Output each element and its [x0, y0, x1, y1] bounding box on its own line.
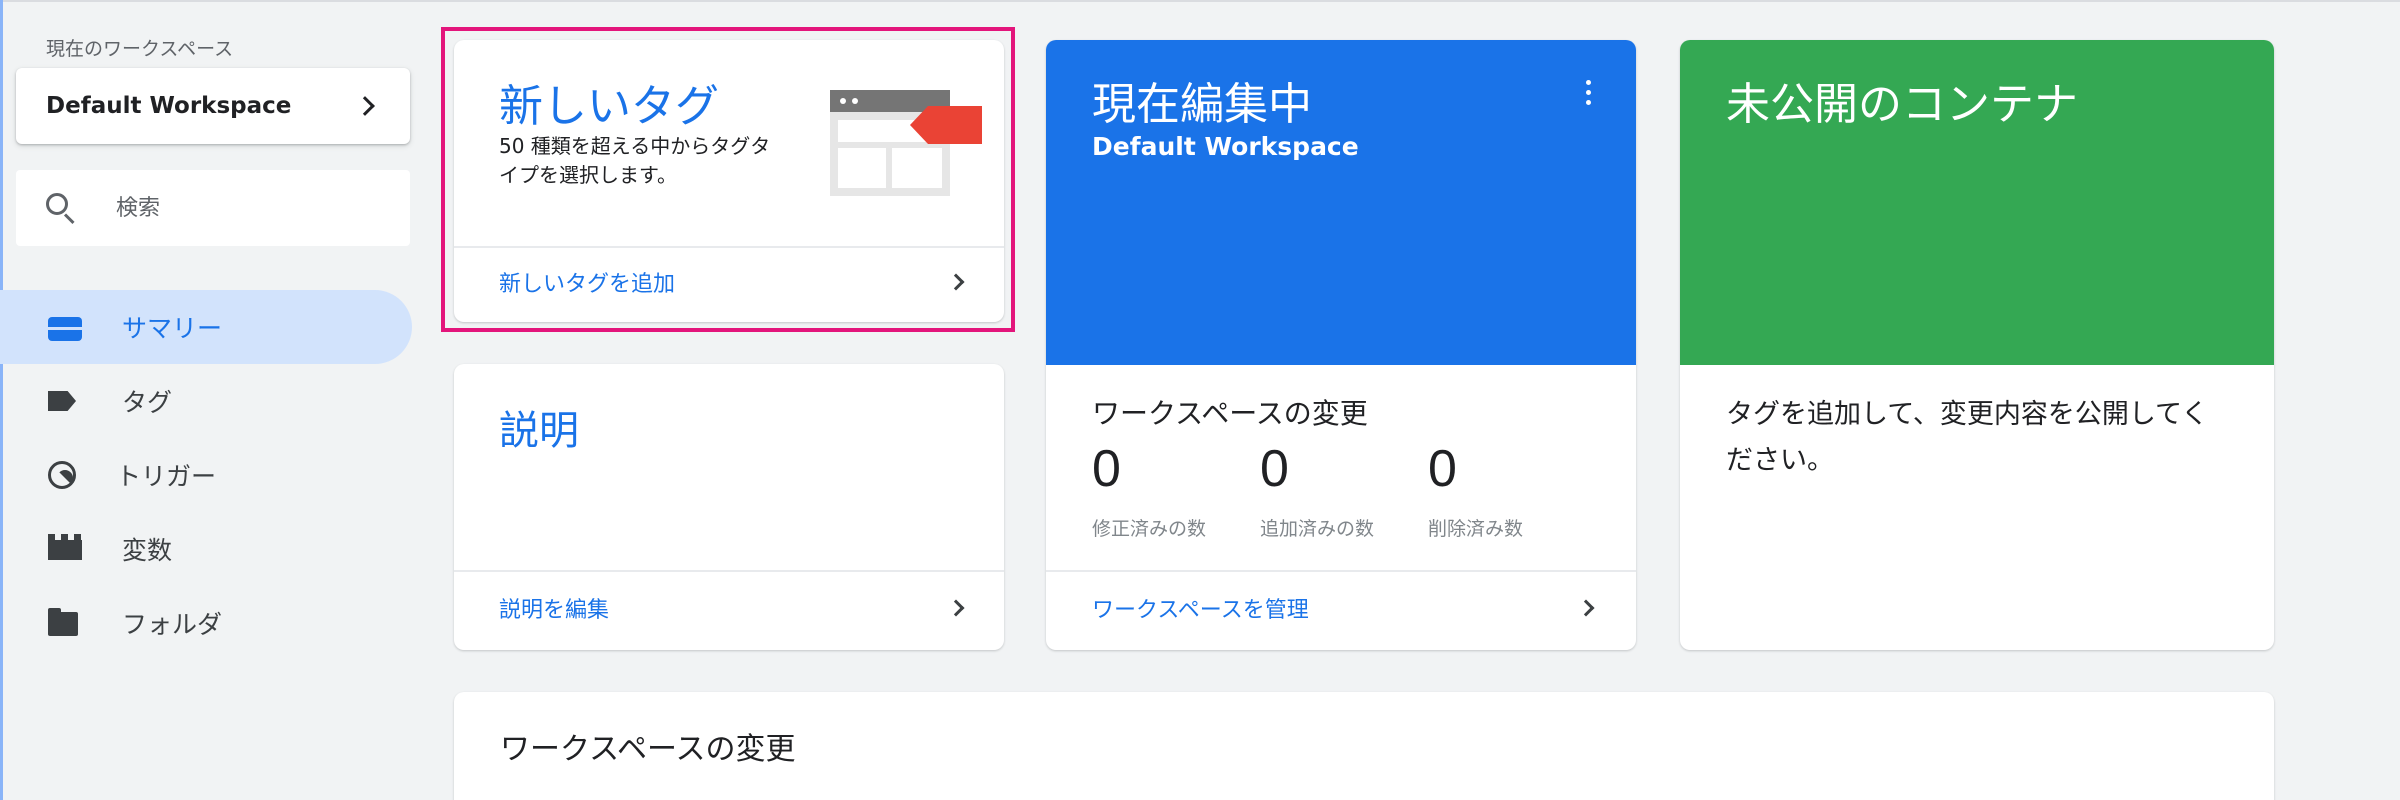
search-icon: [46, 193, 76, 225]
sidebar-item-folders[interactable]: フォルダ: [0, 586, 412, 660]
highlight-frame: [441, 27, 1015, 332]
tag-icon: [48, 386, 82, 416]
workspace-selector[interactable]: Default Workspace: [16, 68, 410, 144]
unpublished-message: タグを追加して、変更内容を公開してください。: [1726, 399, 2209, 476]
sidebar-item-label: サマリー: [122, 314, 223, 343]
count-value: 0: [1092, 440, 1121, 498]
sidebar-nav: サマリー タグ トリガー 変数 フォルダ: [0, 290, 412, 660]
variable-icon: [48, 534, 82, 564]
sidebar-item-tags[interactable]: タグ: [0, 364, 412, 438]
workspace-name: Default Workspace: [46, 93, 292, 119]
current-editing-card: 現在編集中 Default Workspace ワークスペースの変更 0 修正済…: [1046, 40, 1636, 650]
chevron-right-icon: [947, 599, 965, 617]
search-input[interactable]: [116, 195, 376, 221]
sidebar-item-label: 変数: [122, 536, 173, 565]
workspace-changes-title: ワークスペースの変更: [500, 732, 796, 767]
card-divider: [1046, 570, 1636, 572]
more-vert-icon[interactable]: [1586, 80, 1592, 110]
unpublished-title: 未公開のコンテナ: [1726, 79, 2078, 130]
manage-workspaces-link[interactable]: ワークスペースを管理: [1092, 592, 1309, 624]
deleted-count: 0 削除済み数: [1428, 438, 1596, 541]
summary-icon: [48, 316, 82, 341]
editing-title: 現在編集中: [1092, 79, 1312, 130]
sidebar-item-variables[interactable]: 変数: [0, 512, 412, 586]
count-label: 追加済みの数: [1260, 518, 1375, 540]
search-box[interactable]: [16, 170, 410, 246]
workspace-changes-label: ワークスペースの変更: [1092, 397, 1368, 430]
count-value: 0: [1260, 440, 1289, 498]
count-label: 削除済み数: [1428, 518, 1524, 540]
sidebar-item-summary[interactable]: サマリー: [0, 290, 412, 364]
unpublished-container-card: 未公開のコンテナ タグを追加して、変更内容を公開してください。: [1680, 40, 2274, 650]
description-title: 説明: [499, 408, 579, 454]
edit-description-link[interactable]: 説明を編集: [499, 592, 609, 624]
sidebar-item-label: フォルダ: [122, 610, 223, 639]
tag-manager-overview: 現在のワークスペース Default Workspace サマリー タグ トリガ…: [0, 0, 2400, 800]
count-label: 修正済みの数: [1092, 518, 1207, 540]
editing-workspace-name: Default Workspace: [1092, 132, 1359, 161]
card-divider: [454, 570, 1004, 572]
top-divider: [0, 0, 2400, 2]
count-value: 0: [1428, 440, 1457, 498]
sidebar-item-label: タグ: [122, 388, 173, 417]
chevron-right-icon: [355, 96, 375, 116]
editing-header: 現在編集中 Default Workspace: [1046, 40, 1636, 365]
sidebar-item-label: トリガー: [116, 462, 217, 491]
added-count: 0 追加済みの数: [1260, 438, 1428, 541]
chevron-right-icon: [1577, 599, 1595, 617]
description-card: 説明 説明を編集: [454, 364, 1004, 650]
workspace-changes-card: ワークスペースの変更: [454, 692, 2274, 800]
trigger-icon: [48, 461, 76, 489]
folder-icon: [48, 608, 82, 638]
workspace-caption: 現在のワークスペース: [46, 38, 234, 60]
change-counts: 0 修正済みの数 0 追加済みの数 0 削除済み数: [1092, 438, 1596, 541]
unpublished-header: 未公開のコンテナ: [1680, 40, 2274, 365]
modified-count: 0 修正済みの数: [1092, 438, 1260, 541]
sidebar-item-triggers[interactable]: トリガー: [0, 438, 412, 512]
